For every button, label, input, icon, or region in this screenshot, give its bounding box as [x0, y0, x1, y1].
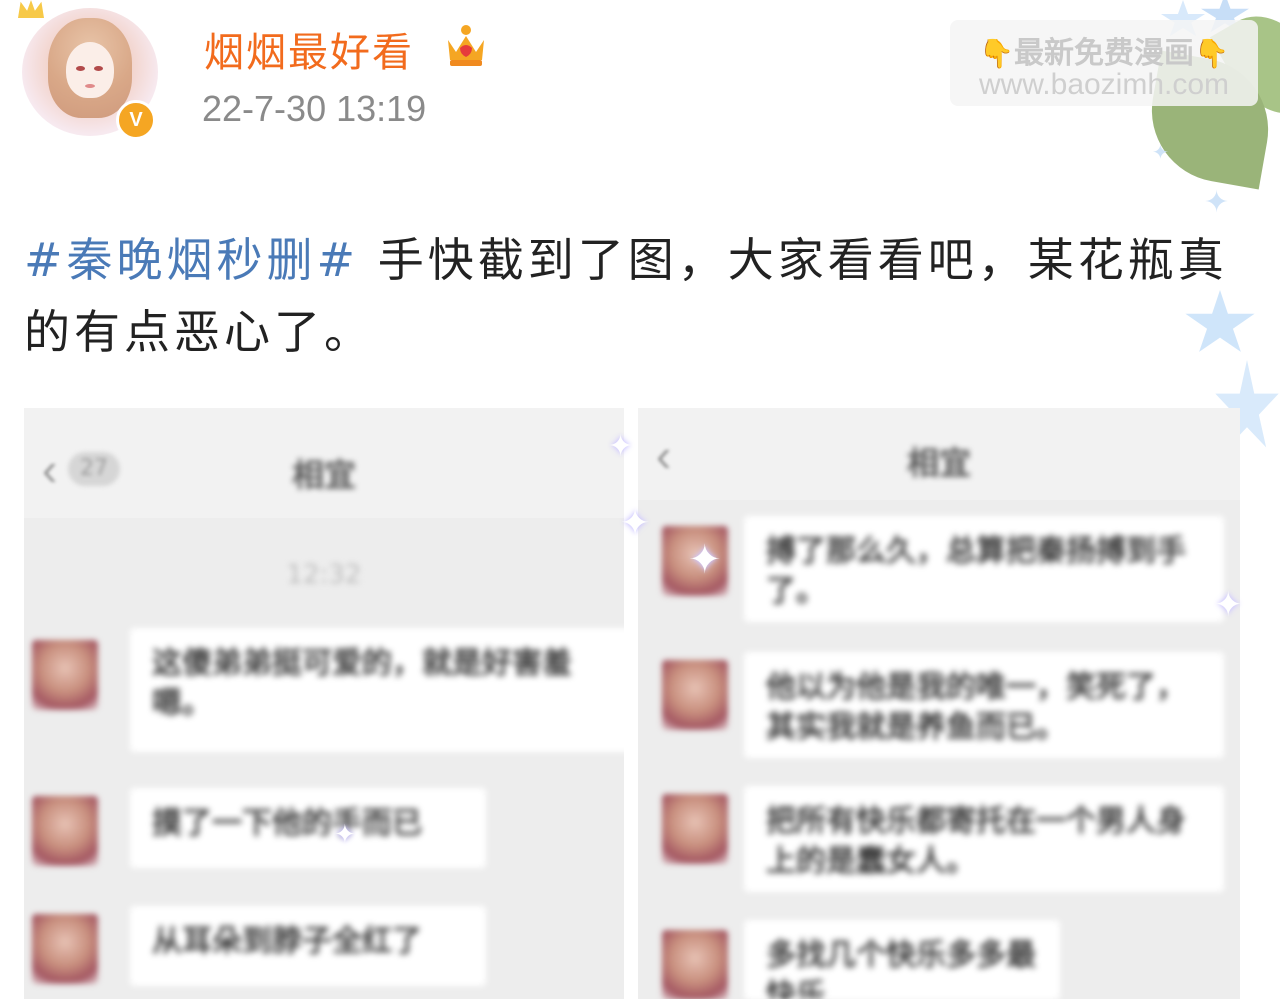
post-body: #秦晚烟秒删# 手快截到了图，大家看看吧，某花瓶真的有点恶心了。: [24, 224, 1234, 368]
chat-bubble: 搏了那么久，总算把秦扬搏到手了。: [744, 516, 1224, 622]
sparkle-icon: ✦: [1214, 585, 1243, 625]
chat-bubble: 把所有快乐都寄托在一个男人身上的是蠢女人。: [744, 786, 1224, 892]
sender-avatar: [32, 914, 98, 984]
sparkle-icon: ✦: [334, 820, 356, 850]
verified-badge-icon: V: [116, 100, 156, 140]
sender-avatar: [662, 794, 728, 864]
sparkle-icon: ✦: [688, 537, 722, 583]
chat-bubble: 这傻弟弟挺可爱的，就是好害羞嗯。: [130, 628, 624, 752]
avatar-crown-decoration: [18, 0, 44, 18]
sparkle-icon: ✦: [608, 429, 634, 464]
site-watermark: 👇最新免费漫画👇 www.baozimh.com: [950, 20, 1258, 106]
sparkle-icon: ✦: [1204, 185, 1230, 220]
crown-badge-icon: [448, 25, 484, 66]
sparkle-icon: ✦: [620, 503, 651, 544]
sender-avatar: [32, 796, 98, 866]
pointing-down-hand-icon: 👇: [979, 37, 1014, 70]
post-timestamp: 22-7-30 13:19: [202, 88, 427, 129]
sender-avatar: [32, 640, 98, 710]
sender-avatar: [662, 930, 728, 999]
chat-bubble: 他以为他是我的唯一，笑死了，其实我就是养鱼而已。: [744, 652, 1224, 758]
chat-screenshot-left[interactable]: ‹ 27 相宜 12:32 这傻弟弟挺可爱的，就是好害羞嗯。 摸了一下他的手而已…: [24, 408, 624, 999]
chat-screenshot-right[interactable]: ‹ 相宜 搏了那么久，总算把秦扬搏到手了。 他以为他是我的唯一，笑死了，其实我就…: [638, 408, 1240, 999]
watermark-url: www.baozimh.com: [978, 68, 1230, 101]
sender-avatar: [662, 660, 728, 730]
username[interactable]: 烟烟最好看: [204, 20, 414, 78]
sparkle-icon: ✦: [1152, 140, 1169, 164]
chat-nav-bar: ‹ 27 相宜: [24, 408, 624, 518]
chat-time: 12:32: [286, 560, 362, 590]
chat-bubble: 多找几个快乐多多最快乐: [744, 920, 1060, 999]
watermark-title: 最新免费漫画: [1014, 36, 1194, 71]
chat-nav-bar: ‹ 相宜: [638, 408, 1240, 500]
chat-title: 相宜: [906, 444, 971, 482]
chat-bubble: 摸了一下他的手而已: [130, 788, 486, 868]
pointing-down-hand-icon: 👇: [1194, 37, 1229, 70]
chat-bubble: 从耳朵到脖子全红了: [130, 906, 486, 986]
hashtag-link[interactable]: #秦晚烟秒删#: [24, 233, 359, 287]
chat-title: 相宜: [291, 456, 356, 494]
